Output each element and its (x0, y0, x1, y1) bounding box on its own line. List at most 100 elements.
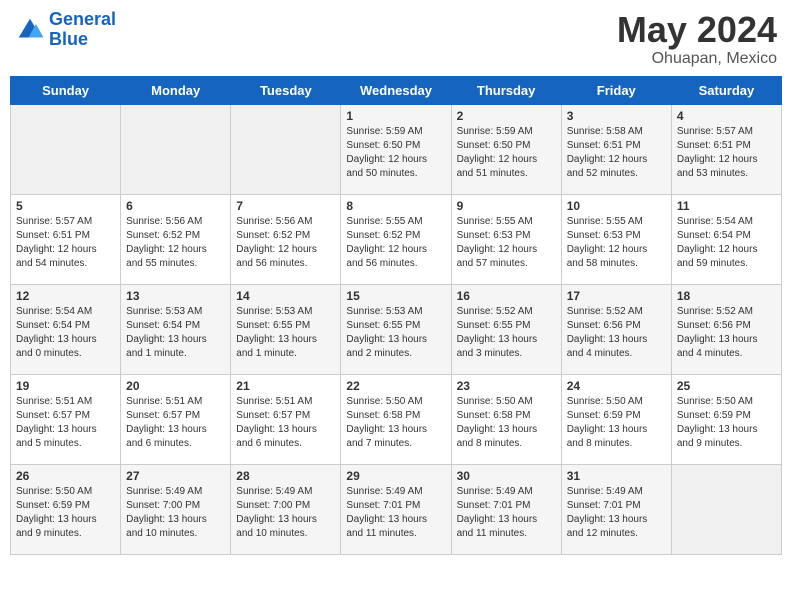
sunrise-label: Sunrise: 5:49 AM (567, 486, 643, 497)
day-number: 16 (457, 289, 556, 303)
title-block: May 2024 Ohuapan, Mexico (617, 10, 777, 68)
sunset-label: Sunset: 7:01 PM (567, 500, 641, 511)
calendar-cell: 30 Sunrise: 5:49 AM Sunset: 7:01 PM Dayl… (451, 464, 561, 554)
day-number: 8 (346, 199, 445, 213)
day-info: Sunrise: 5:52 AM Sunset: 6:56 PM Dayligh… (567, 305, 666, 361)
daylight-label: Daylight: 12 hours and 50 minutes. (346, 154, 427, 179)
week-row-1: 1 Sunrise: 5:59 AM Sunset: 6:50 PM Dayli… (11, 104, 782, 194)
day-number: 28 (236, 469, 335, 483)
sunset-label: Sunset: 6:52 PM (346, 230, 420, 241)
daylight-label: Daylight: 13 hours and 10 minutes. (236, 514, 317, 539)
day-header-sunday: Sunday (11, 76, 121, 104)
sunset-label: Sunset: 6:55 PM (457, 320, 531, 331)
day-info: Sunrise: 5:55 AM Sunset: 6:52 PM Dayligh… (346, 215, 445, 271)
day-number: 29 (346, 469, 445, 483)
day-number: 14 (236, 289, 335, 303)
day-number: 11 (677, 199, 776, 213)
sunrise-label: Sunrise: 5:53 AM (236, 306, 312, 317)
sunrise-label: Sunrise: 5:50 AM (567, 396, 643, 407)
sunset-label: Sunset: 6:53 PM (457, 230, 531, 241)
sunrise-label: Sunrise: 5:55 AM (457, 216, 533, 227)
daylight-label: Daylight: 13 hours and 11 minutes. (457, 514, 538, 539)
day-header-wednesday: Wednesday (341, 76, 451, 104)
sunrise-label: Sunrise: 5:58 AM (567, 126, 643, 137)
sunset-label: Sunset: 6:50 PM (346, 140, 420, 151)
sunset-label: Sunset: 6:56 PM (677, 320, 751, 331)
week-row-3: 12 Sunrise: 5:54 AM Sunset: 6:54 PM Dayl… (11, 284, 782, 374)
day-number: 10 (567, 199, 666, 213)
daylight-label: Daylight: 13 hours and 1 minute. (126, 334, 207, 359)
days-header-row: SundayMondayTuesdayWednesdayThursdayFrid… (11, 76, 782, 104)
day-number: 1 (346, 109, 445, 123)
calendar-cell: 11 Sunrise: 5:54 AM Sunset: 6:54 PM Dayl… (671, 194, 781, 284)
day-info: Sunrise: 5:51 AM Sunset: 6:57 PM Dayligh… (126, 395, 225, 451)
day-number: 24 (567, 379, 666, 393)
daylight-label: Daylight: 12 hours and 54 minutes. (16, 244, 97, 269)
calendar-cell (231, 104, 341, 194)
daylight-label: Daylight: 13 hours and 6 minutes. (126, 424, 207, 449)
day-number: 2 (457, 109, 556, 123)
sunrise-label: Sunrise: 5:56 AM (126, 216, 202, 227)
daylight-label: Daylight: 13 hours and 3 minutes. (457, 334, 538, 359)
calendar-cell: 6 Sunrise: 5:56 AM Sunset: 6:52 PM Dayli… (121, 194, 231, 284)
day-number: 22 (346, 379, 445, 393)
daylight-label: Daylight: 12 hours and 58 minutes. (567, 244, 648, 269)
day-number: 21 (236, 379, 335, 393)
calendar-cell: 28 Sunrise: 5:49 AM Sunset: 7:00 PM Dayl… (231, 464, 341, 554)
logo-text: GeneralBlue (49, 10, 116, 50)
sunset-label: Sunset: 6:57 PM (16, 410, 90, 421)
sunrise-label: Sunrise: 5:59 AM (346, 126, 422, 137)
sunrise-label: Sunrise: 5:57 AM (677, 126, 753, 137)
sunset-label: Sunset: 6:55 PM (236, 320, 310, 331)
sunset-label: Sunset: 6:59 PM (567, 410, 641, 421)
sunset-label: Sunset: 7:00 PM (236, 500, 310, 511)
calendar-cell: 25 Sunrise: 5:50 AM Sunset: 6:59 PM Dayl… (671, 374, 781, 464)
daylight-label: Daylight: 13 hours and 8 minutes. (567, 424, 648, 449)
day-info: Sunrise: 5:50 AM Sunset: 6:58 PM Dayligh… (346, 395, 445, 451)
day-number: 26 (16, 469, 115, 483)
daylight-label: Daylight: 13 hours and 4 minutes. (567, 334, 648, 359)
sunrise-label: Sunrise: 5:50 AM (677, 396, 753, 407)
day-header-tuesday: Tuesday (231, 76, 341, 104)
day-number: 17 (567, 289, 666, 303)
week-row-5: 26 Sunrise: 5:50 AM Sunset: 6:59 PM Dayl… (11, 464, 782, 554)
calendar-cell: 26 Sunrise: 5:50 AM Sunset: 6:59 PM Dayl… (11, 464, 121, 554)
day-info: Sunrise: 5:53 AM Sunset: 6:54 PM Dayligh… (126, 305, 225, 361)
daylight-label: Daylight: 13 hours and 10 minutes. (126, 514, 207, 539)
calendar-title: May 2024 (617, 10, 777, 50)
sunrise-label: Sunrise: 5:56 AM (236, 216, 312, 227)
day-number: 18 (677, 289, 776, 303)
sunrise-label: Sunrise: 5:50 AM (16, 486, 92, 497)
calendar-cell: 22 Sunrise: 5:50 AM Sunset: 6:58 PM Dayl… (341, 374, 451, 464)
sunset-label: Sunset: 6:55 PM (346, 320, 420, 331)
sunset-label: Sunset: 6:51 PM (16, 230, 90, 241)
calendar-cell: 15 Sunrise: 5:53 AM Sunset: 6:55 PM Dayl… (341, 284, 451, 374)
day-info: Sunrise: 5:53 AM Sunset: 6:55 PM Dayligh… (236, 305, 335, 361)
sunset-label: Sunset: 6:54 PM (126, 320, 200, 331)
day-number: 30 (457, 469, 556, 483)
sunrise-label: Sunrise: 5:52 AM (457, 306, 533, 317)
day-number: 13 (126, 289, 225, 303)
day-info: Sunrise: 5:53 AM Sunset: 6:55 PM Dayligh… (346, 305, 445, 361)
calendar-cell: 9 Sunrise: 5:55 AM Sunset: 6:53 PM Dayli… (451, 194, 561, 284)
day-info: Sunrise: 5:49 AM Sunset: 7:01 PM Dayligh… (567, 485, 666, 541)
day-info: Sunrise: 5:57 AM Sunset: 6:51 PM Dayligh… (677, 125, 776, 181)
day-number: 23 (457, 379, 556, 393)
sunrise-label: Sunrise: 5:52 AM (677, 306, 753, 317)
daylight-label: Daylight: 13 hours and 5 minutes. (16, 424, 97, 449)
sunrise-label: Sunrise: 5:50 AM (346, 396, 422, 407)
day-info: Sunrise: 5:49 AM Sunset: 7:00 PM Dayligh… (126, 485, 225, 541)
sunrise-label: Sunrise: 5:59 AM (457, 126, 533, 137)
day-info: Sunrise: 5:54 AM Sunset: 6:54 PM Dayligh… (677, 215, 776, 271)
calendar-cell: 3 Sunrise: 5:58 AM Sunset: 6:51 PM Dayli… (561, 104, 671, 194)
day-info: Sunrise: 5:52 AM Sunset: 6:56 PM Dayligh… (677, 305, 776, 361)
sunrise-label: Sunrise: 5:49 AM (126, 486, 202, 497)
sunrise-label: Sunrise: 5:49 AM (457, 486, 533, 497)
daylight-label: Daylight: 12 hours and 53 minutes. (677, 154, 758, 179)
daylight-label: Daylight: 13 hours and 11 minutes. (346, 514, 427, 539)
calendar-cell: 21 Sunrise: 5:51 AM Sunset: 6:57 PM Dayl… (231, 374, 341, 464)
calendar-cell: 31 Sunrise: 5:49 AM Sunset: 7:01 PM Dayl… (561, 464, 671, 554)
day-info: Sunrise: 5:49 AM Sunset: 7:01 PM Dayligh… (346, 485, 445, 541)
calendar-cell: 29 Sunrise: 5:49 AM Sunset: 7:01 PM Dayl… (341, 464, 451, 554)
daylight-label: Daylight: 12 hours and 59 minutes. (677, 244, 758, 269)
